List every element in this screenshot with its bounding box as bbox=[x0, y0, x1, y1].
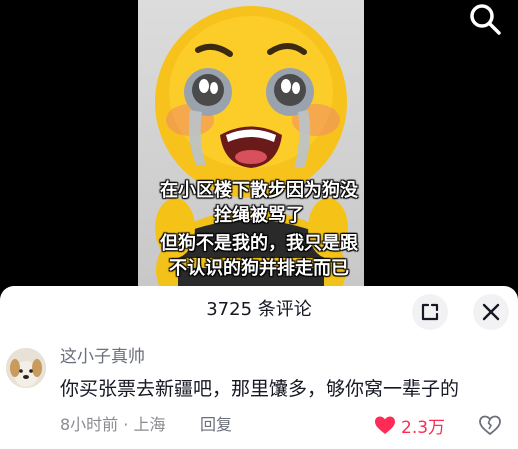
video-caption-line: 不认识的狗并排走而已 bbox=[169, 258, 349, 279]
search-icon[interactable] bbox=[468, 2, 502, 36]
video-caption-line: 但狗不是我的，我只是跟 bbox=[160, 233, 358, 254]
commenter-username[interactable]: 这小子真帅 bbox=[60, 346, 145, 368]
dog-avatar-icon bbox=[6, 348, 46, 388]
comment-time-location: 8小时前 · 上海 bbox=[60, 415, 166, 434]
close-icon bbox=[482, 303, 500, 321]
like-button[interactable]: 2.3万 bbox=[373, 413, 446, 438]
dislike-button[interactable] bbox=[478, 413, 502, 437]
expand-button[interactable] bbox=[412, 294, 448, 330]
video-caption-line: 拴绳被骂了 bbox=[214, 205, 304, 226]
expand-icon bbox=[421, 303, 439, 321]
broken-heart-icon bbox=[479, 415, 501, 435]
video-caption-line: 在小区楼下散步因为狗没 bbox=[160, 180, 358, 201]
commenter-avatar[interactable] bbox=[6, 348, 46, 388]
like-count: 2.3万 bbox=[401, 417, 446, 438]
video-player[interactable]: 在小区楼下散步因为狗没 拴绳被骂了 但狗不是我的，我只是跟 不认识的狗并排走而已 bbox=[0, 0, 518, 286]
reply-button[interactable]: 回复 bbox=[200, 414, 232, 436]
close-button[interactable] bbox=[473, 294, 509, 330]
comments-panel: 3725 条评论 这小子真帅 你买张票去新疆吧，那里馕多，够你窝一辈子的 8小时… bbox=[0, 286, 518, 449]
comment-text: 你买张票去新疆吧，那里馕多，够你窝一辈子的 bbox=[60, 378, 460, 400]
heart-icon bbox=[375, 416, 395, 434]
